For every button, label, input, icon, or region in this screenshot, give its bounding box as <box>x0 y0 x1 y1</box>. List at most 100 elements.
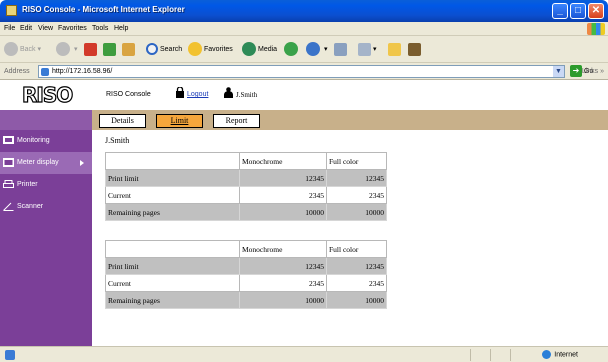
monochrome-value: 10000 <box>239 203 327 221</box>
history-icon <box>284 42 298 57</box>
sidebar-item-meter-display[interactable]: Meter display <box>0 152 92 174</box>
links-button[interactable]: Links » <box>582 68 604 75</box>
messenger-button[interactable] <box>408 42 421 57</box>
sidebar-item-scanner[interactable]: Scanner <box>0 196 92 218</box>
print-button[interactable] <box>334 42 347 57</box>
page-icon <box>41 68 49 76</box>
row-label: Remaining pages <box>105 203 240 221</box>
address-bar: Address http://172.16.58.96/ ▼ ➔ Go Links… <box>0 63 608 80</box>
limit-table-2: Monochrome Full color Print limit 12345 … <box>105 240 387 309</box>
monochrome-value: 12345 <box>239 257 327 275</box>
table-row: Remaining pages 10000 10000 <box>105 203 387 221</box>
search-icon <box>146 43 158 56</box>
home-icon <box>122 42 135 56</box>
header-username: J.Smith <box>236 91 258 99</box>
history-button[interactable] <box>284 42 300 57</box>
logout-link[interactable]: Logout <box>187 91 208 98</box>
home-button[interactable] <box>122 42 135 57</box>
address-dropdown-icon[interactable]: ▼ <box>553 66 564 77</box>
menu-edit[interactable]: Edit <box>20 25 32 32</box>
star-icon <box>188 42 202 57</box>
table-row: Current 2345 2345 <box>105 186 387 204</box>
mail-icon <box>306 42 320 57</box>
page-header: RISO RISO Console Logout J.Smith <box>0 80 608 110</box>
sidebar-item-label: Meter display <box>17 159 59 166</box>
folder-button[interactable] <box>388 42 401 57</box>
limit-table: Monochrome Full color Print limit 12345 … <box>105 152 387 221</box>
folder-icon <box>388 42 401 56</box>
back-arrow-icon <box>4 42 18 57</box>
forward-button[interactable]: ▾ <box>56 42 77 57</box>
scanner-icon <box>3 202 14 211</box>
sidebar-item-label: Monitoring <box>17 137 50 144</box>
refresh-button[interactable] <box>103 42 116 57</box>
user-icon <box>224 87 233 98</box>
favorites-button[interactable]: Favorites <box>188 42 233 57</box>
table-row: Print limit 12345 12345 <box>105 257 387 275</box>
table-row: Print limit 12345 12345 <box>105 169 387 187</box>
table-row: Current 2345 2345 <box>105 274 387 292</box>
sidebar-item-monitoring[interactable]: Monitoring <box>0 130 92 152</box>
full-color-value: 2345 <box>326 274 387 292</box>
media-label: Media <box>258 46 278 53</box>
minimize-button[interactable]: _ <box>552 3 568 19</box>
tab-details[interactable]: Details <box>99 114 146 128</box>
edit-button[interactable]: ▾ <box>358 42 376 57</box>
favorites-label: Favorites <box>204 46 233 53</box>
mail-button[interactable]: ▾ <box>306 42 327 57</box>
menu-tools[interactable]: Tools <box>92 25 108 32</box>
back-button[interactable]: Back ▾ <box>4 42 41 57</box>
printer-icon <box>3 180 14 188</box>
window-title: RISO Console - Microsoft Internet Explor… <box>22 5 185 14</box>
status-divider <box>470 349 471 361</box>
menu-view[interactable]: View <box>38 25 53 32</box>
windows-flag-icon <box>587 23 605 35</box>
status-divider <box>490 349 491 361</box>
title-bar: RISO Console - Microsoft Internet Explor… <box>0 0 608 22</box>
tab-report[interactable]: Report <box>213 114 260 128</box>
toolbar: Back ▾ ▾ Search Favorites Media ▾ ▾ <box>0 36 608 63</box>
sidebar-item-label: Scanner <box>17 203 44 210</box>
tab-limit[interactable]: Limit <box>156 114 203 128</box>
monitoring-icon <box>3 136 14 144</box>
full-color-value: 2345 <box>326 186 387 204</box>
row-label: Remaining pages <box>105 291 240 309</box>
media-button[interactable]: Media <box>242 42 277 57</box>
monochrome-value: 12345 <box>239 169 327 187</box>
row-label: Current <box>105 186 240 204</box>
menu-help[interactable]: Help <box>114 25 128 32</box>
full-color-value: 12345 <box>326 257 387 275</box>
monochrome-value: 10000 <box>239 291 327 309</box>
links-label: Links <box>581 68 599 75</box>
sidebar: Monitoring Meter display Printer Scanner <box>0 110 92 346</box>
row-label: Print limit <box>105 257 240 275</box>
table-header-cell: Full color <box>326 240 387 258</box>
status-bar: Internet <box>0 346 608 362</box>
table-header-cell <box>105 152 240 170</box>
page-done-icon <box>5 350 15 360</box>
app-icon <box>6 5 17 16</box>
row-label: Current <box>105 274 240 292</box>
sidebar-item-label: Printer <box>17 181 38 188</box>
full-color-value: 10000 <box>326 291 387 309</box>
security-zone: Internet <box>542 350 578 359</box>
forward-arrow-icon <box>56 42 70 57</box>
status-divider <box>510 349 511 361</box>
search-label: Search <box>160 46 183 53</box>
sidebar-item-printer[interactable]: Printer <box>0 174 92 196</box>
printer-icon <box>334 42 347 56</box>
table-header-cell: Monochrome <box>239 152 327 170</box>
refresh-icon <box>103 42 116 56</box>
stop-button[interactable] <box>84 42 97 57</box>
monochrome-value: 2345 <box>239 186 327 204</box>
back-label: Back <box>20 46 36 53</box>
riso-logo: RISO <box>21 83 73 107</box>
close-button[interactable]: ✕ <box>588 3 604 19</box>
table-header-cell: Full color <box>326 152 387 170</box>
menu-file[interactable]: File <box>4 25 15 32</box>
menu-bar: File Edit View Favorites Tools Help <box>0 22 608 36</box>
maximize-button[interactable]: □ <box>570 3 586 19</box>
address-input[interactable]: http://172.16.58.96/ ▼ <box>38 65 565 78</box>
search-button[interactable]: Search <box>146 42 182 57</box>
menu-favorites[interactable]: Favorites <box>58 25 87 32</box>
